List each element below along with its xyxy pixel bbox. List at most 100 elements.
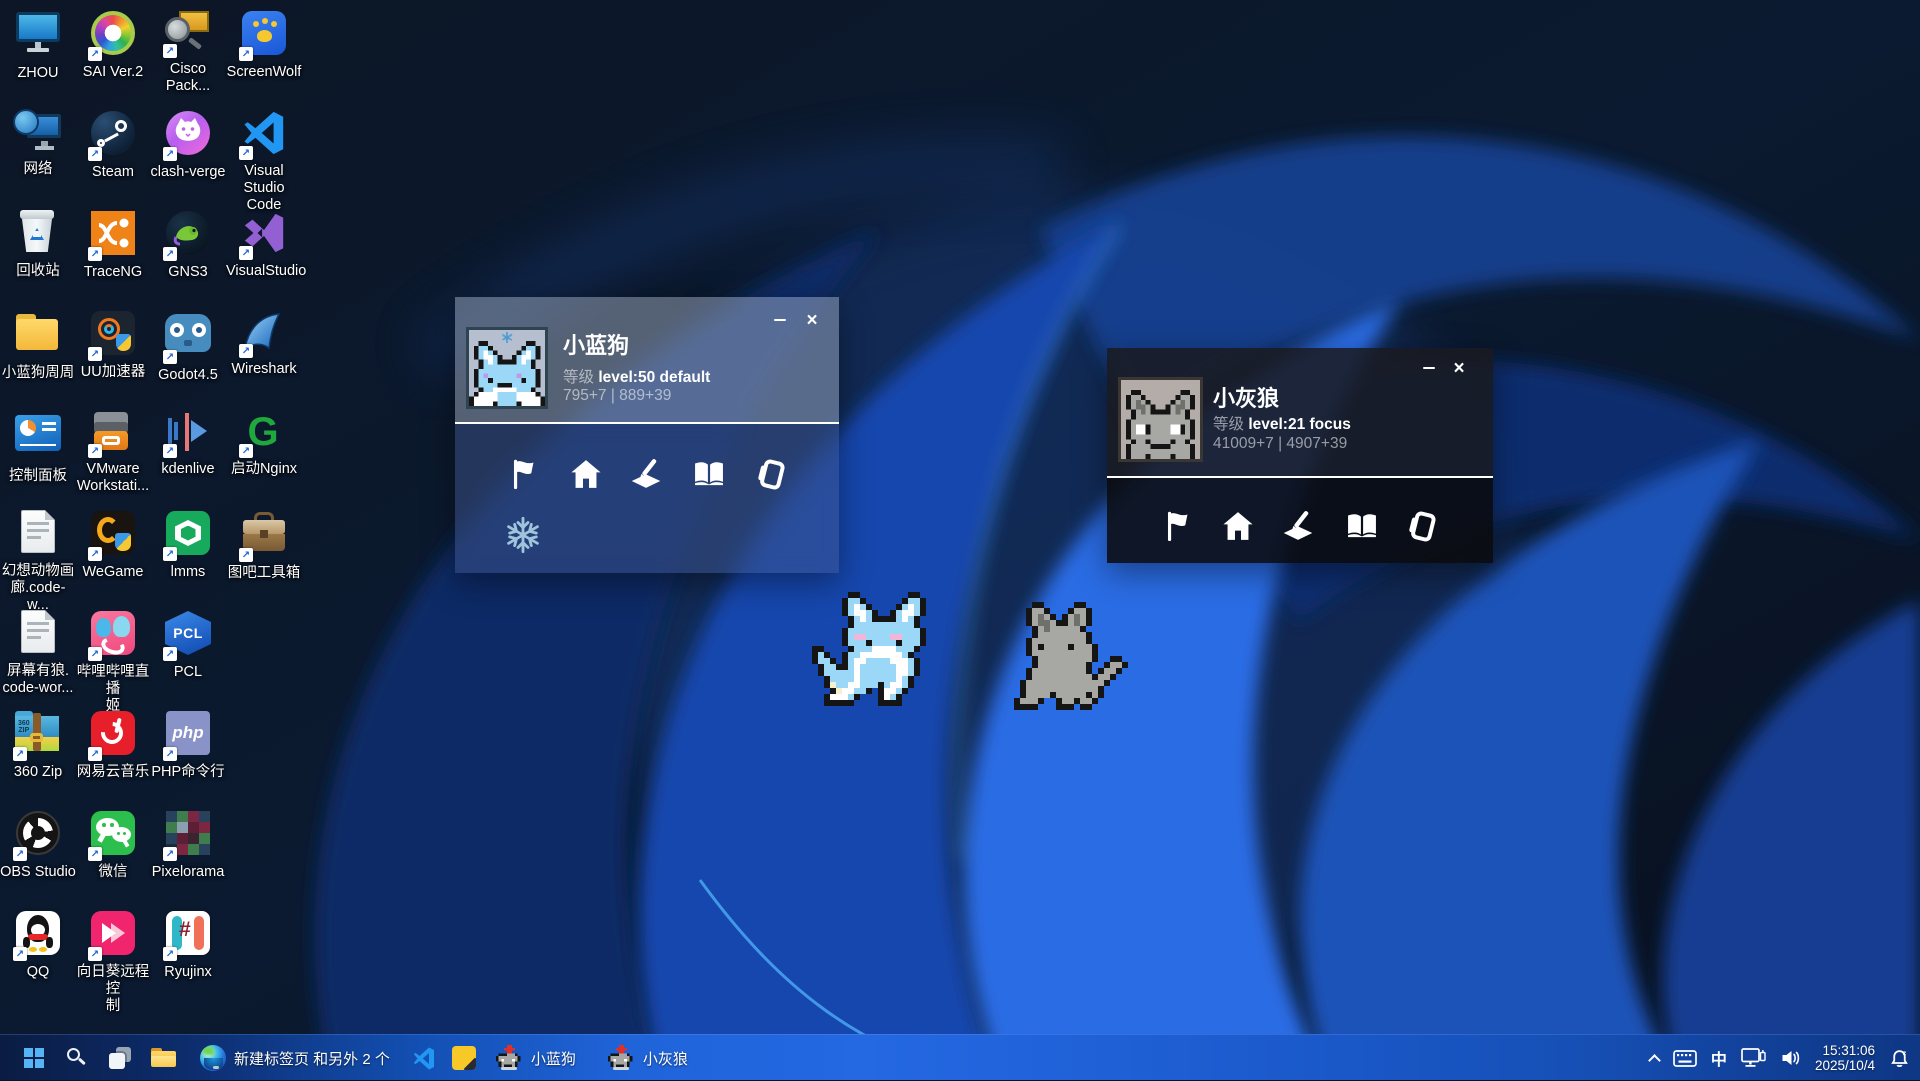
desktop-icon-traceng[interactable]: ↗TraceNG — [75, 208, 151, 281]
vscode-taskbar-button[interactable] — [412, 1038, 436, 1078]
close-button[interactable]: × — [799, 309, 825, 331]
desktop-icon-label: Steam — [75, 164, 151, 181]
desktop-icon-sai[interactable]: ↗SAI Ver.2 — [75, 8, 151, 81]
desktop-icon-sunflower-remote[interactable]: ↗向日葵远程控制 — [75, 908, 151, 1015]
doc-icon — [13, 510, 63, 560]
shortcut-arrow-icon: ↗ — [88, 947, 102, 961]
desktop-icon-label: PHP命令行 — [150, 764, 226, 781]
pet-window-blue-dog: 小蓝狗 等级 level:50 default 795+7 | 889+39 × — [455, 297, 839, 573]
notification-center-button[interactable]: z — [1889, 1048, 1910, 1069]
pet-level: 等级 level:21 focus — [1213, 412, 1351, 434]
touch-keyboard-button[interactable] — [1673, 1050, 1697, 1067]
pet-stats: 41009+7 | 4907+39 — [1213, 435, 1347, 453]
desktop-icon-360zip[interactable]: 360ZIP↗360 Zip — [0, 708, 76, 781]
desktop-icon-zhou[interactable]: ZHOU — [0, 8, 76, 82]
desktop-icon-clash-verge[interactable]: ↗clash-verge — [150, 108, 226, 181]
desktop-icon-screenwolf[interactable]: ↗ScreenWolf — [226, 8, 302, 81]
book-icon[interactable] — [1343, 507, 1381, 545]
desktop-icon-qq[interactable]: ↗QQ — [0, 908, 76, 981]
ime-indicator[interactable]: 中 — [1711, 1046, 1727, 1070]
minimize-button[interactable] — [1416, 357, 1442, 379]
task-view-button[interactable] — [108, 1038, 132, 1078]
desktop-icon-label: clash-verge — [150, 164, 226, 181]
clock-date: 2025/10/4 — [1815, 1058, 1875, 1073]
desktop-icon-screen-wolf-doc[interactable]: 屏幕有狼.code-wor... — [0, 608, 76, 697]
pixel-pet-grey-wolf[interactable] — [1002, 602, 1128, 710]
volume-tray-button[interactable] — [1780, 1049, 1801, 1067]
tray-expand-chevron[interactable] — [1650, 1052, 1659, 1065]
desktop-icon-lmms[interactable]: ↗ lmms — [150, 508, 226, 581]
home-icon[interactable] — [567, 455, 605, 493]
desktop-icon-netease-music[interactable]: ↗网易云音乐 — [75, 708, 151, 781]
desktop-icon-recycle-bin[interactable]: 回收站 — [0, 208, 76, 280]
book-icon[interactable] — [690, 455, 728, 493]
sign-icon[interactable] — [627, 455, 665, 493]
desktop-icon-label: Pixelorama — [150, 864, 226, 881]
shortcut-arrow-icon: ↗ — [88, 147, 102, 161]
desktop-icon-wechat[interactable]: ↗微信 — [75, 808, 151, 881]
notes-taskbar-button[interactable] — [452, 1038, 476, 1078]
desktop-icon-godot[interactable]: ↗Godot4.5 — [150, 308, 226, 384]
flag-icon[interactable] — [1158, 507, 1196, 545]
desktop-icon-uu-booster[interactable]: ↗UU加速器 — [75, 308, 151, 381]
start-button[interactable] — [22, 1038, 46, 1078]
home-icon[interactable] — [1219, 507, 1257, 545]
desktop-icon-steam[interactable]: ↗ Steam — [75, 108, 151, 181]
desktop-icon-control-panel[interactable]: 控制面板 — [0, 408, 76, 485]
desktop-icon-label: ZHOU — [0, 65, 76, 82]
desktop-icon-obs-studio[interactable]: ↗OBS Studio — [0, 808, 76, 881]
network-tray-button[interactable] — [1741, 1048, 1766, 1069]
desktop-icon-wegame[interactable]: ↗WeGame — [75, 508, 151, 581]
shortcut-arrow-icon: ↗ — [163, 947, 177, 961]
keyboard-icon — [1673, 1050, 1697, 1067]
desktop-icon-label: GNS3 — [150, 264, 226, 281]
phone-icon[interactable] — [752, 455, 790, 493]
vscode-icon — [412, 1046, 436, 1071]
desktop-icon-vmware[interactable]: ↗VMwareWorkstati... — [75, 408, 151, 495]
windows-logo-icon — [24, 1048, 44, 1068]
desktop-icon-label: 图吧工具箱 — [226, 565, 302, 582]
shortcut-arrow-icon: ↗ — [88, 747, 102, 761]
shortcut-arrow-icon: ↗ — [239, 344, 253, 358]
sign-icon[interactable] — [1279, 507, 1317, 545]
desktop-icon-gns3[interactable]: ↗GNS3 — [150, 208, 226, 281]
close-button[interactable]: × — [1446, 357, 1472, 379]
edge-taskbar-button[interactable]: 新建标签页 和另外 2 个 — [194, 1045, 396, 1071]
desktop-icon-toolbox[interactable]: ↗图吧工具箱 — [226, 508, 302, 582]
shortcut-arrow-icon: ↗ — [163, 444, 177, 458]
desktop-icon-pcl[interactable]: PCL↗PCL — [150, 608, 226, 681]
pixel-pet-blue-dog[interactable] — [812, 592, 950, 706]
desktop-icon-kdenlive[interactable]: ↗ kdenlive — [150, 408, 226, 478]
shortcut-arrow-icon: ↗ — [13, 947, 27, 961]
desktop-icon-nginx[interactable]: G↗启动Nginx — [226, 408, 302, 478]
search-button[interactable] — [65, 1038, 89, 1078]
minimize-button[interactable] — [767, 309, 793, 331]
desktop-icon-pixelorama[interactable]: ↗Pixelorama — [150, 808, 226, 881]
desktop-icon-ryujinx[interactable]: #↗Ryujinx — [150, 908, 226, 981]
desktop-icon-cisco-pt[interactable]: ↗CiscoPack... — [150, 8, 226, 95]
tray-clock[interactable]: 15:31:06 2025/10/4 — [1815, 1043, 1875, 1073]
desktop-icon-label: 启动Nginx — [226, 461, 302, 478]
desktop-icon-bili-live[interactable]: ↗哔哩哔哩直播姬 — [75, 608, 151, 715]
pet-stats: 795+7 | 889+39 — [563, 387, 671, 405]
desktop-icon-wireshark[interactable]: ↗Wireshark — [226, 308, 302, 378]
desktop-icon-fantasy-gallery-doc[interactable]: 幻想动物画廊.code-w... — [0, 508, 76, 614]
running-indicator — [501, 1067, 517, 1070]
pet-app-grey-taskbar-button[interactable]: 小灰狼 — [602, 1045, 694, 1072]
flag-icon[interactable] — [504, 455, 542, 493]
desktop-icon-label: kdenlive — [150, 461, 226, 478]
file-explorer-button[interactable] — [151, 1038, 175, 1078]
desktop-icon-php-cli[interactable]: php↗PHP命令行 — [150, 708, 226, 781]
desktop-icon-label: 屏幕有狼.code-wor... — [0, 663, 76, 697]
desktop-icon-blue-dog-folder[interactable]: 小蓝狗周周 — [0, 308, 76, 382]
lmms-icon: ↗ — [163, 511, 213, 561]
desktop-icon-label: lmms — [150, 564, 226, 581]
snowflake-icon[interactable] — [503, 515, 543, 555]
desktop-icon-visualstudio[interactable]: ↗VisualStudio — [226, 208, 302, 280]
pet-app-blue-taskbar-button[interactable]: 小蓝狗 — [490, 1045, 582, 1072]
phone-icon[interactable] — [1403, 507, 1441, 545]
desktop-icon-vscode[interactable]: ↗VisualStudio Code — [226, 108, 302, 214]
desktop-icon-network[interactable]: 网络 — [0, 108, 76, 178]
running-indicator — [613, 1067, 629, 1070]
shortcut-arrow-icon: ↗ — [239, 444, 253, 458]
